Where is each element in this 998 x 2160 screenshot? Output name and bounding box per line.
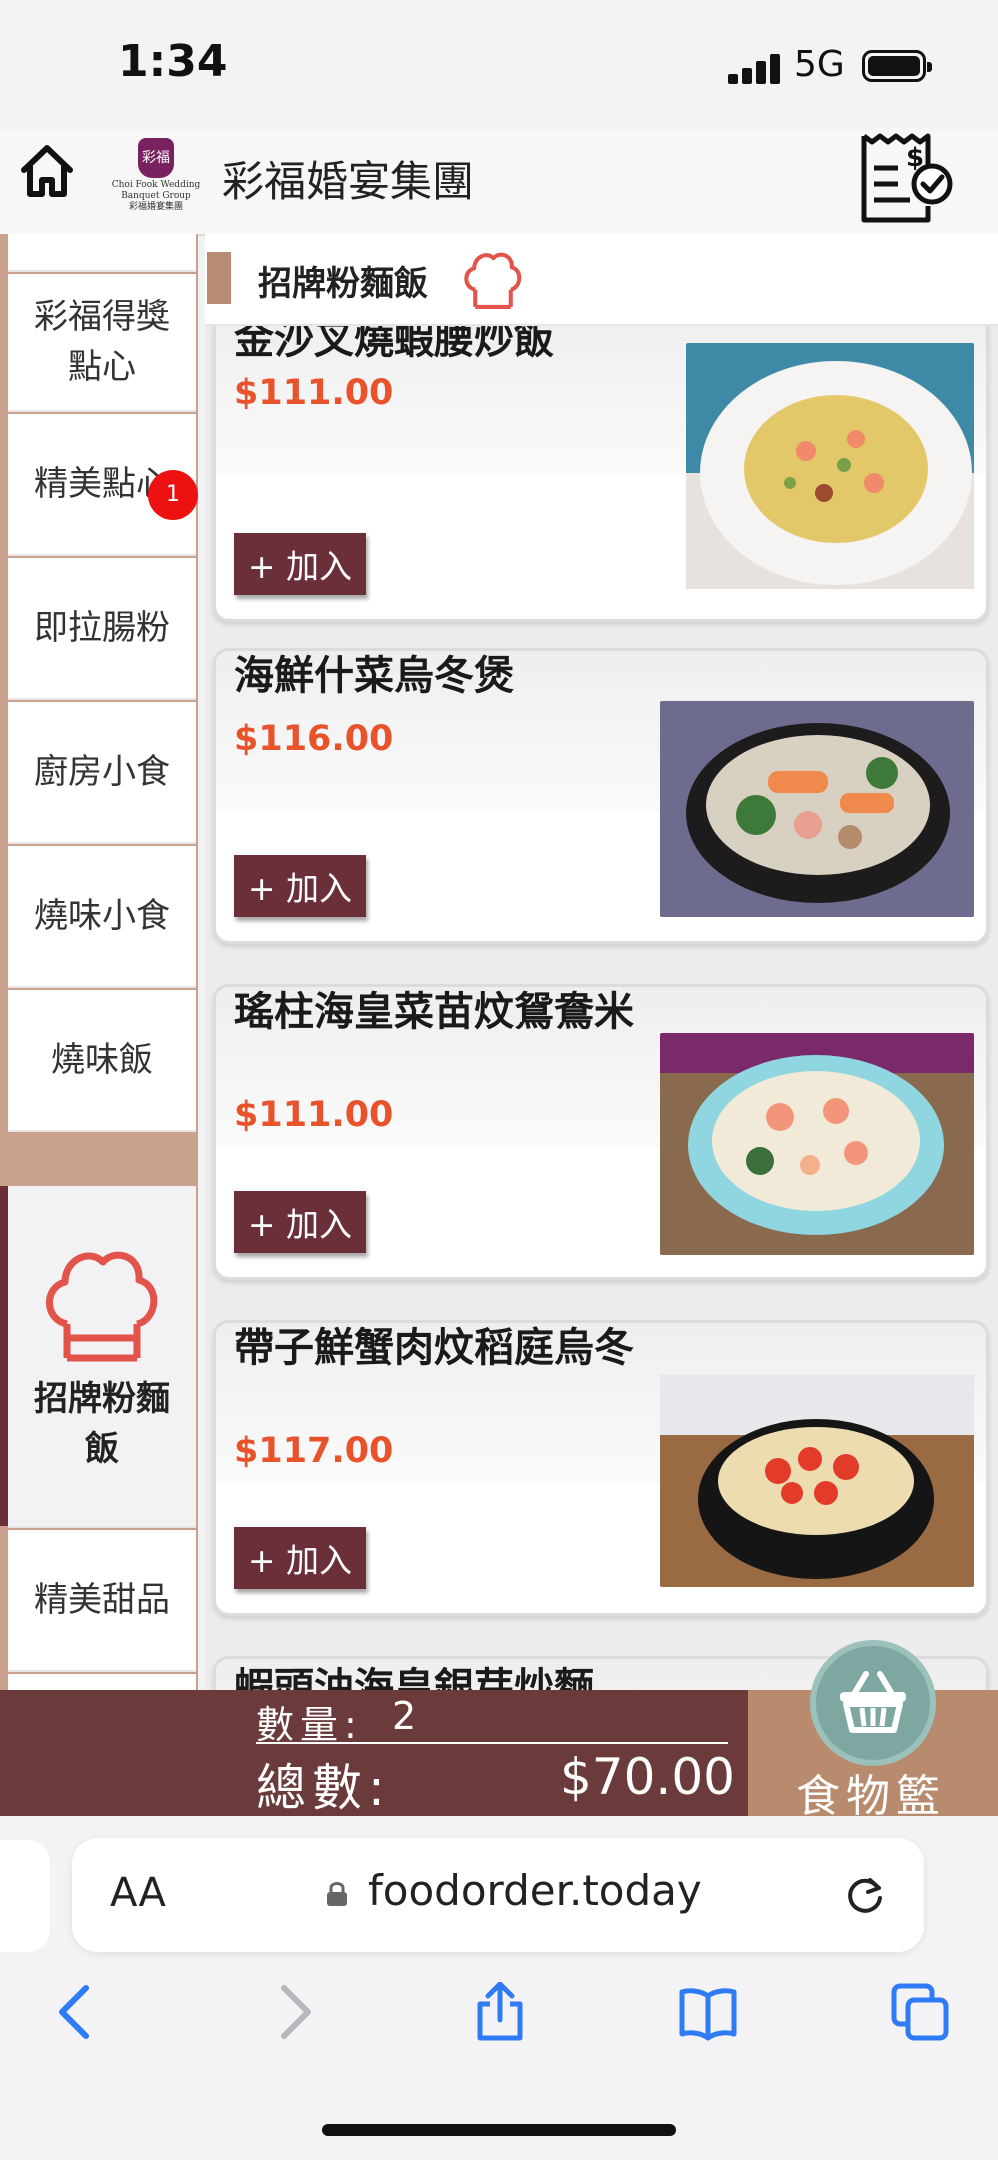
add-to-cart-button[interactable]: + 加入 <box>234 1527 366 1589</box>
signal-icon <box>728 52 784 84</box>
menu-list: 金沙叉燒蝦腰炒飯 $111.00 + 加入 海鮮什菜烏冬煲 $116.00 + … <box>205 326 998 1690</box>
sidebar-item-bbq-rice[interactable]: 燒味飯 <box>8 990 196 1132</box>
total-label: 總數: <box>256 1759 391 1817</box>
menu-item-card: 瑤柱海皇菜苗炆鴛鴦米 $111.00 + 加入 <box>213 984 989 1280</box>
text-size-button[interactable]: AA <box>110 1870 166 1916</box>
logo-text-en: Choi Fook Wedding Banquet Group 彩福婚宴集團 <box>111 180 201 212</box>
previous-tab-peek[interactable] <box>0 1840 50 1952</box>
tabs-icon[interactable] <box>890 1982 950 2042</box>
quantity-label: 數量: <box>256 1703 363 1747</box>
home-icon <box>21 145 73 197</box>
chef-hat-icon <box>46 1251 158 1362</box>
menu-item-price: $117.00 <box>234 1431 394 1471</box>
sidebar-item-label: 招牌粉麵飯 <box>34 1379 170 1469</box>
sidebar-item-partial[interactable] <box>8 234 196 272</box>
menu-item-card: 金沙叉燒蝦腰炒飯 $111.00 + 加入 <box>213 326 989 622</box>
menu-item-card: 海鮮什菜烏冬煲 $116.00 + 加入 <box>213 648 989 944</box>
menu-item-name: 瑤柱海皇菜苗炆鴛鴦米 <box>234 989 634 1035</box>
basket-label: 食物籃 <box>796 1771 946 1822</box>
add-to-cart-button[interactable]: + 加入 <box>234 1191 366 1253</box>
forward-icon[interactable] <box>262 1982 322 2042</box>
sidebar-item-award-dimsum[interactable]: 彩福得獎點心 <box>8 274 196 412</box>
brand-name: 彩福婚宴集團 <box>222 157 475 206</box>
cart-divider <box>256 1742 728 1744</box>
sidebar-item-rice-roll[interactable]: 即拉腸粉 <box>8 558 196 700</box>
sidebar-active-indicator <box>0 1186 8 1526</box>
menu-item-price: $111.00 <box>234 1095 394 1135</box>
sidebar-item-label: 燒味飯 <box>51 1040 153 1080</box>
add-to-cart-button[interactable]: + 加入 <box>234 855 366 917</box>
chef-hat-icon <box>464 252 522 309</box>
menu-item-name: 金沙叉燒蝦腰炒飯 <box>234 326 554 363</box>
url-text[interactable]: foodorder.today <box>368 1866 702 1915</box>
status-time: 1:34 <box>118 36 228 87</box>
home-indicator[interactable] <box>322 2124 676 2136</box>
sidebar-item-label: 廚房小食 <box>34 752 170 792</box>
home-button[interactable] <box>18 142 76 200</box>
cart-count-badge: 1 <box>148 470 198 520</box>
lock-icon <box>327 1882 347 1906</box>
category-sidebar: 彩福得獎點心 精美點心 即拉腸粉 廚房小食 燒味小食 燒味飯 招牌粉麵飯 精美甜… <box>0 234 198 1690</box>
basket-icon[interactable] <box>810 1640 936 1766</box>
add-to-cart-button[interactable]: + 加入 <box>234 533 366 595</box>
sidebar-item-desserts[interactable]: 精美甜品 <box>8 1530 196 1672</box>
sidebar-item-label: 彩福得獎點心 <box>34 297 170 387</box>
sidebar-item-label: 精美甜品 <box>34 1580 170 1620</box>
share-icon[interactable] <box>470 1982 530 2042</box>
sidebar-item-signature-noodles[interactable]: 招牌粉麵飯 <box>8 1186 196 1528</box>
menu-item-price: $111.00 <box>234 373 394 413</box>
order-receipt-button[interactable]: $ <box>856 128 956 228</box>
menu-item-name: 帶子鮮蟹肉炆稻庭烏冬 <box>234 1325 634 1371</box>
network-type: 5G <box>794 44 845 85</box>
menu-item-card: 帶子鮮蟹肉炆稻庭烏冬 $117.00 + 加入 <box>213 1320 989 1616</box>
back-icon[interactable] <box>48 1982 108 2042</box>
brand-logo: 彩福 Choi Fook Wedding Banquet Group 彩福婚宴集… <box>108 138 204 216</box>
status-bar: 1:34 5G <box>0 0 998 130</box>
reload-icon[interactable] <box>842 1872 888 1918</box>
battery-icon <box>862 50 932 82</box>
menu-item-price: $116.00 <box>234 719 394 759</box>
sidebar-item-label: 即拉腸粉 <box>34 608 170 648</box>
section-title: 招牌粉麵飯 <box>258 264 428 304</box>
menu-item-name: 海鮮什菜烏冬煲 <box>234 653 514 699</box>
quantity-value: 2 <box>392 1694 417 1738</box>
sidebar-item-partial[interactable] <box>8 1674 196 1690</box>
section-marker <box>207 252 231 304</box>
crab-udon-pot-photo[interactable] <box>660 1375 974 1587</box>
menu-item-name: 蝦頭油海皇銀芽炒麵 <box>234 1665 594 1690</box>
sidebar-item-kitchen-snacks[interactable]: 廚房小食 <box>8 702 196 844</box>
receipt-icon: $ <box>861 133 953 223</box>
logo-badge: 彩福 <box>138 138 174 178</box>
seafood-udon-pot-photo[interactable] <box>660 701 974 917</box>
fried-rice-photo[interactable] <box>686 343 974 589</box>
bookmarks-icon[interactable] <box>678 1982 738 2042</box>
sidebar-item-label: 燒味小食 <box>34 896 170 936</box>
vermicelli-seafood-photo[interactable] <box>660 1033 974 1255</box>
total-value: $70.00 <box>560 1748 735 1806</box>
sidebar-item-bbq-snacks[interactable]: 燒味小食 <box>8 846 196 988</box>
